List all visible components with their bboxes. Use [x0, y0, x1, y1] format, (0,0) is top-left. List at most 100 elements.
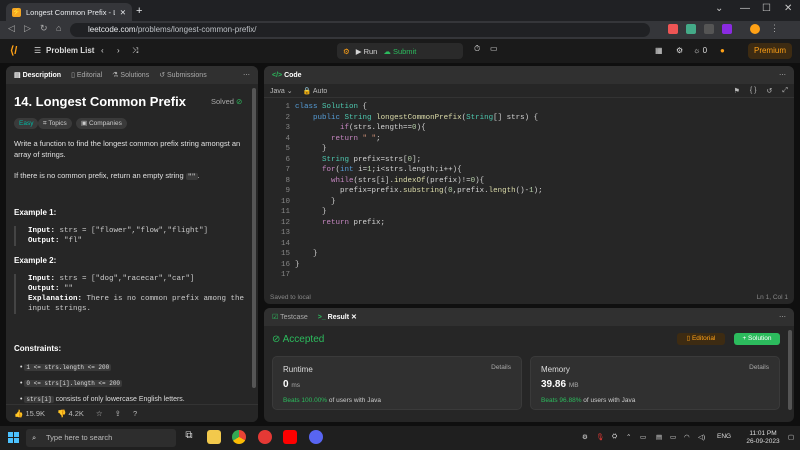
debug-icon[interactable]: ⚙	[343, 47, 350, 56]
browser-menu-icon[interactable]: ⋮	[770, 23, 779, 34]
url-input[interactable]: leetcode.com/problems/longest-common-pre…	[70, 23, 650, 37]
next-problem-icon[interactable]: ›	[117, 46, 120, 55]
chevron-up-icon[interactable]: ⌃	[626, 433, 631, 441]
discord-icon[interactable]	[309, 430, 323, 444]
tab-editorial[interactable]: ▯ Editorial	[71, 71, 102, 79]
browser-tab[interactable]: ⚡ Longest Common Prefix - LeetCo ✕	[6, 3, 132, 21]
notification-icon[interactable]: ▢	[788, 433, 794, 441]
fullscreen-icon[interactable]: ⤢	[782, 87, 788, 95]
star-icon[interactable]: ☆	[96, 409, 103, 418]
tray-icon[interactable]: ⛭	[612, 433, 617, 441]
example-2-explanation: Explanation: There is no common prefix a…	[28, 294, 246, 314]
submit-button[interactable]: ☁ Submit	[383, 47, 416, 56]
constraints-title: Constraints:	[14, 344, 62, 353]
window-close-icon[interactable]: ✕	[784, 3, 792, 14]
terminal-icon: >_	[317, 314, 326, 321]
home-icon[interactable]: ⌂	[56, 23, 61, 33]
timer-icon[interactable]: ⏱	[474, 44, 480, 54]
file-explorer-icon[interactable]	[207, 430, 221, 444]
tab-solutions[interactable]: ⚗ Solutions	[112, 71, 149, 79]
description-footer: 👍 15.9K 👎 4.2K ☆ ⇪ ?	[6, 404, 258, 422]
editorial-button[interactable]: ▯ Editorial	[677, 333, 725, 345]
more-icon[interactable]: ⋯	[243, 71, 250, 79]
share-icon[interactable]: ⇪	[115, 409, 121, 418]
youtube-music-icon[interactable]	[258, 430, 272, 444]
tab-close-icon[interactable]: ✕	[120, 8, 126, 17]
leetcode-logo-icon[interactable]: ⟨/	[10, 44, 17, 57]
volume-icon[interactable]: ◁)	[698, 433, 705, 441]
problem-list-link[interactable]: Problem List	[46, 46, 94, 55]
dislike-button[interactable]: 👎 4.2K	[57, 409, 84, 418]
extension-icon[interactable]	[686, 24, 696, 34]
checkbox-icon: ☑	[272, 314, 279, 321]
tab-submissions[interactable]: ↺ Submissions	[159, 71, 207, 79]
format-braces-icon[interactable]: { }	[750, 87, 757, 94]
language-select[interactable]: Java ⌄	[270, 87, 293, 95]
extension-icon[interactable]	[704, 24, 714, 34]
auto-mode[interactable]: 🔒 Auto	[303, 87, 328, 95]
streak-icon[interactable]: ☼ 0	[693, 46, 707, 55]
inline-code: strs[i]	[24, 396, 54, 403]
tab-testcase[interactable]: ☑ Testcase	[272, 313, 308, 321]
result-scrollbar[interactable]	[788, 330, 792, 410]
more-icon[interactable]: ⋯	[779, 313, 786, 321]
memory-unit: MB	[568, 382, 579, 389]
check-circle-icon: ⊘	[272, 334, 281, 345]
extension-icon[interactable]	[722, 24, 732, 34]
like-count: 15.9K	[25, 409, 46, 418]
search-icon: ⌕	[32, 433, 37, 442]
runtime-details-link[interactable]: Details	[491, 364, 511, 371]
reload-icon[interactable]: ↻	[40, 23, 48, 34]
memory-details-link[interactable]: Details	[749, 364, 769, 371]
extension-icon[interactable]	[668, 24, 678, 34]
chevron-down-icon[interactable]: ⌄	[715, 3, 723, 14]
prev-problem-icon[interactable]: ‹	[101, 46, 104, 55]
topics-chip[interactable]: ⌗ Topics	[38, 118, 72, 129]
windows-start-icon[interactable]	[8, 432, 19, 443]
difficulty-badge[interactable]: Easy	[14, 118, 39, 129]
profile-avatar[interactable]	[750, 24, 760, 34]
maximize-icon[interactable]: ☐	[762, 3, 771, 14]
description-scrollbar[interactable]	[252, 88, 256, 388]
youtube-icon[interactable]	[283, 430, 297, 444]
shuffle-icon[interactable]: ⤨	[132, 46, 138, 56]
like-button[interactable]: 👍 15.9K	[14, 409, 45, 418]
new-tab-button[interactable]: +	[136, 5, 142, 17]
wifi-icon[interactable]: ◠	[684, 433, 690, 441]
bookmark-icon[interactable]: ⚑	[734, 87, 740, 95]
tab-label: Testcase	[280, 314, 308, 321]
tab-description[interactable]: ▤ Description	[14, 71, 61, 79]
chrome-icon[interactable]	[232, 430, 246, 444]
tab-result[interactable]: >_ Result ✕	[318, 313, 357, 321]
code-editor[interactable]: class Solution { public String longestCo…	[295, 102, 543, 270]
more-icon[interactable]: ⋯	[779, 71, 786, 79]
premium-button[interactable]: Premium	[748, 43, 792, 59]
run-button[interactable]: ▶ Run	[356, 47, 378, 56]
settings-icon[interactable]: ⚙	[676, 46, 683, 55]
memory-card[interactable]: Memory Details 39.86 MB Beats 96.88% of …	[530, 356, 780, 410]
microphone-icon[interactable]: 🎙	[596, 433, 604, 441]
runtime-beats: Beats 100.00% of users with Java	[283, 397, 381, 404]
tray-icon[interactable]: ⚙	[582, 433, 588, 441]
taskbar-clock[interactable]: 11:01 PM 26-09-2023	[742, 430, 784, 446]
minimize-icon[interactable]: —	[740, 3, 750, 14]
back-arrow-icon[interactable]: ◁	[8, 23, 15, 34]
battery-icon[interactable]: ▭	[670, 433, 676, 441]
forward-arrow-icon[interactable]: ▷	[24, 23, 31, 34]
help-icon[interactable]: ?	[133, 409, 137, 418]
task-view-icon[interactable]: ⧉	[182, 430, 196, 444]
user-avatar[interactable]: ●	[720, 46, 725, 55]
output-label: Output:	[28, 237, 60, 245]
solution-button[interactable]: + Solution	[734, 333, 780, 345]
code-tab[interactable]: </> Code	[272, 72, 302, 79]
taskbar-search-input[interactable]: ⌕ Type here to search	[26, 429, 176, 447]
submit-label: Submit	[392, 46, 417, 56]
runtime-card[interactable]: Runtime Details 0 ms Beats 100.00% of us…	[272, 356, 522, 410]
reset-icon[interactable]: ↺	[767, 87, 773, 95]
layout-icon[interactable]: ▦	[655, 46, 663, 55]
language-indicator[interactable]: ENG	[717, 433, 731, 440]
tray-icon[interactable]: ▤	[656, 433, 662, 441]
notes-icon[interactable]: ▭	[490, 44, 498, 53]
companies-chip[interactable]: ▣ Companies	[76, 118, 127, 129]
tray-icon[interactable]: ▭	[640, 433, 646, 441]
